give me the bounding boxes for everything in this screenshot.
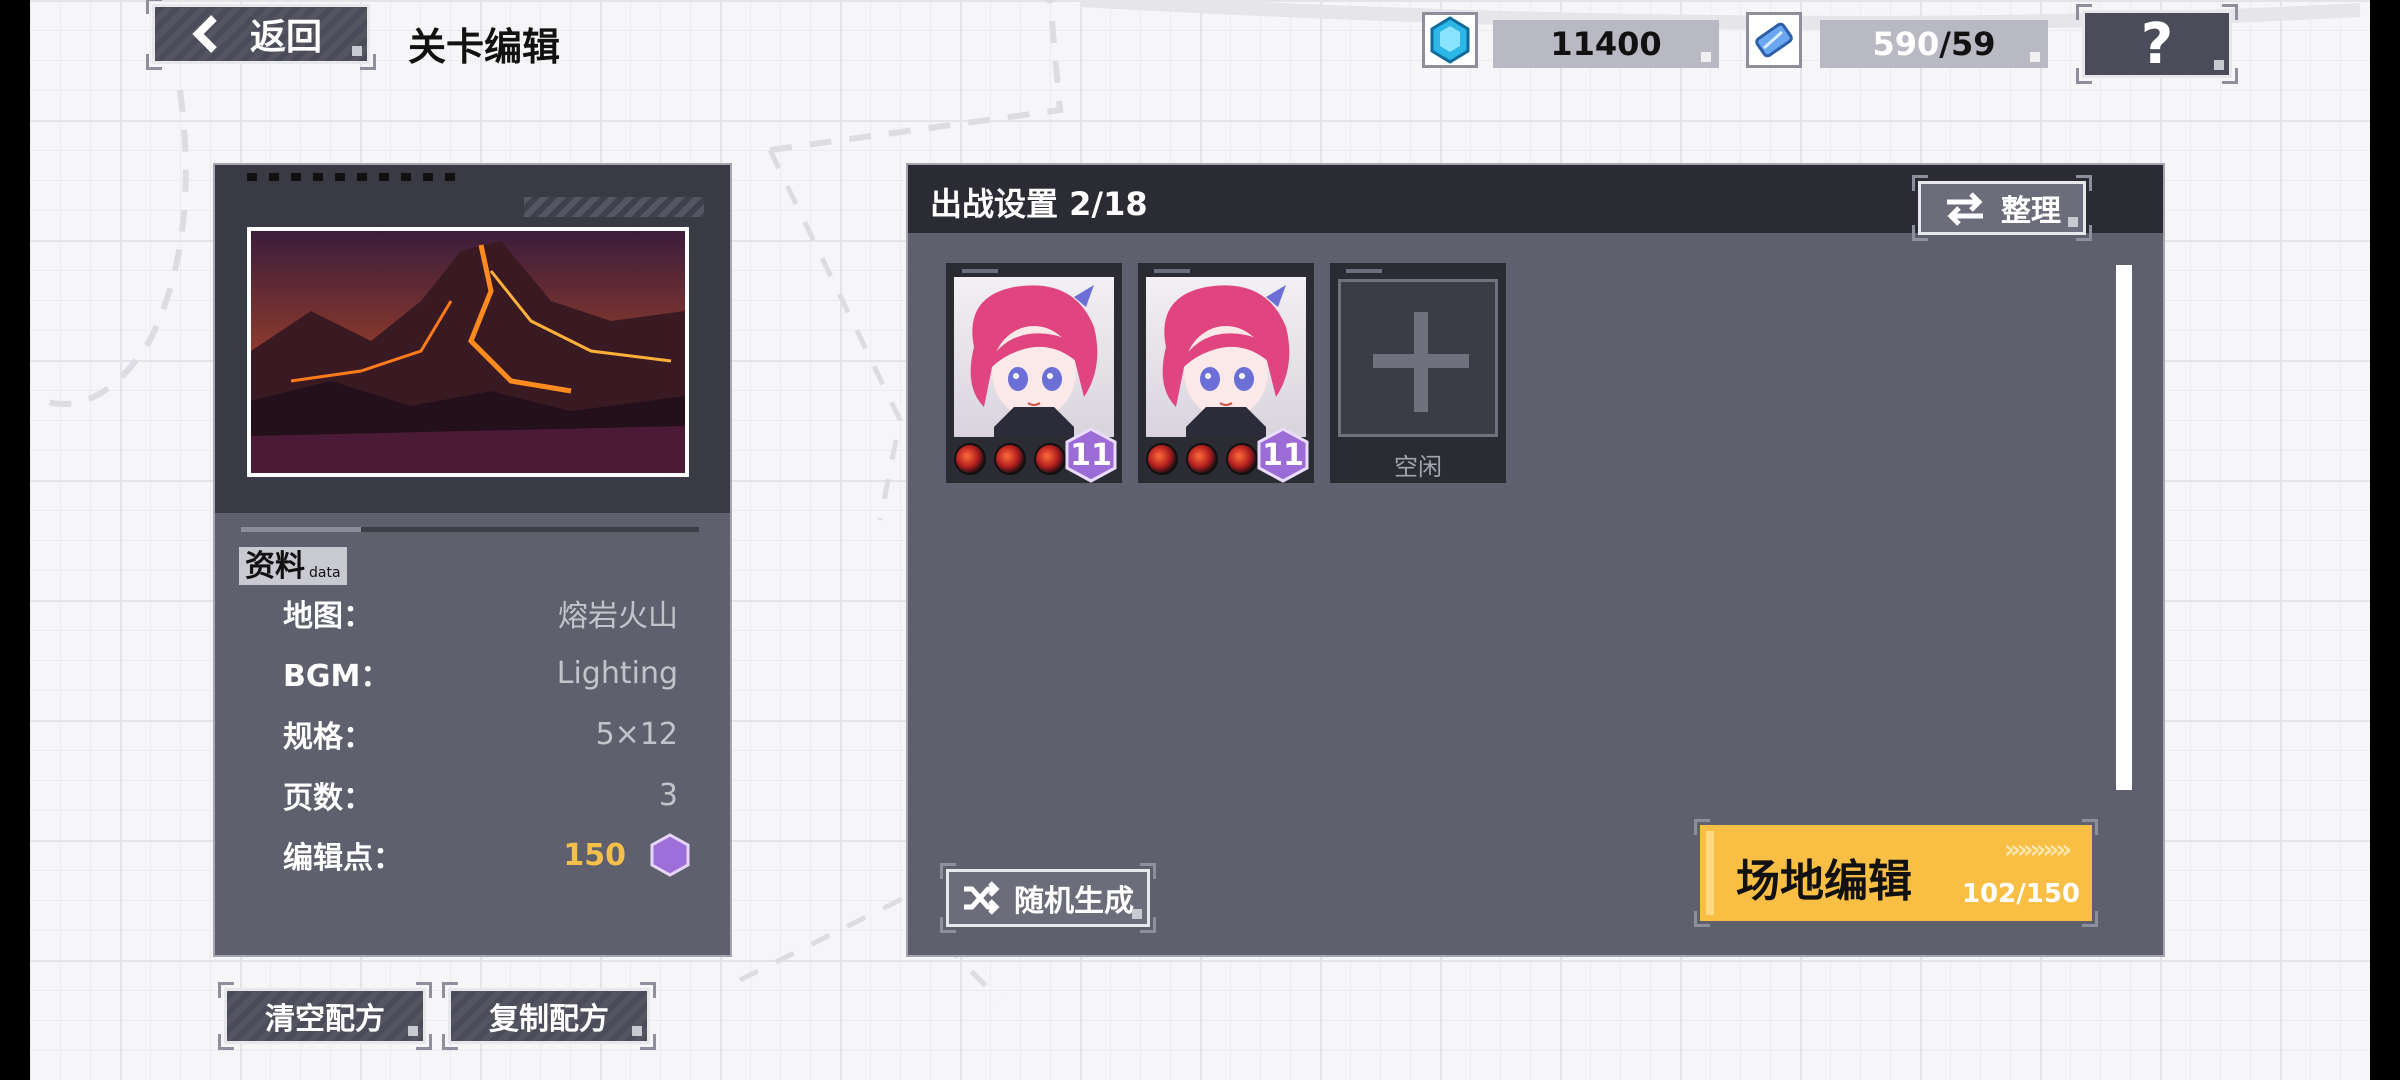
empty-slot-label: 空闲	[1394, 453, 1442, 481]
unit-card[interactable]: 11	[1138, 263, 1314, 483]
unit-skill-icons	[954, 443, 1066, 475]
info-value-size: 5×12	[595, 716, 678, 752]
copy-formation-button[interactable]: 复制配方	[442, 982, 656, 1050]
back-arrow-icon	[192, 15, 217, 53]
copy-formation-label: 复制配方	[489, 1002, 609, 1037]
info-row-bgm: BGM： Lighting	[283, 653, 678, 695]
info-value-map: 熔岩火山	[558, 599, 678, 634]
info-row-map: 地图： 熔岩火山	[283, 593, 678, 634]
ticket-icon	[1755, 22, 1793, 58]
data-tag-sub: data	[309, 565, 341, 581]
skill-icon	[1226, 443, 1258, 475]
ticket-max: /59	[1939, 25, 1996, 63]
panel-dots	[247, 173, 455, 181]
add-unit-box	[1338, 279, 1498, 437]
data-tag: 资料 data	[239, 547, 347, 585]
chevrons-icon: »»»»»	[2004, 835, 2072, 865]
sort-button[interactable]: 整理	[1912, 175, 2092, 241]
skill-icon	[954, 443, 986, 475]
info-row-pages: 页数： 3	[283, 775, 678, 817]
battle-settings-title: 出战设置 2/18	[930, 185, 1148, 223]
clear-formation-label: 清空配方	[265, 1002, 385, 1037]
ticket-current: 590	[1872, 25, 1940, 63]
pink-haired-girl-portrait	[1162, 285, 1290, 437]
gem-counter: 11400	[1493, 20, 1719, 68]
gem-icon-box	[1422, 12, 1478, 68]
clear-formation-button[interactable]: 清空配方	[218, 982, 432, 1050]
map-preview-area	[215, 165, 730, 513]
back-label: 返回	[250, 17, 323, 58]
unit-skill-icons	[1146, 443, 1258, 475]
info-value-pages: 3	[658, 777, 678, 813]
info-label-edit-points: 编辑点：	[283, 841, 403, 876]
field-edit-count: 102/150	[1961, 879, 2080, 909]
random-generate-button[interactable]: 随机生成	[940, 863, 1156, 933]
skill-icon	[1034, 443, 1066, 475]
info-label-map: 地图：	[283, 599, 373, 634]
ticket-icon-box	[1746, 12, 1802, 68]
info-row-size: 规格： 5×12	[283, 714, 678, 756]
swap-arrows-icon	[1947, 192, 1983, 226]
map-preview-image[interactable]	[247, 227, 689, 477]
skill-icon	[1146, 443, 1178, 475]
info-value-edit-points: 150	[563, 837, 626, 873]
unit-portrait	[1146, 277, 1306, 437]
empty-unit-slot[interactable]: 空闲	[1330, 263, 1506, 483]
volcano-illustration	[251, 231, 685, 473]
skill-icon	[994, 443, 1026, 475]
gem-icon	[1430, 16, 1470, 64]
unit-portrait	[954, 277, 1114, 437]
back-button[interactable]: 返回	[146, 0, 376, 70]
unit-level-badge: 11	[1256, 427, 1310, 483]
info-label-pages: 页数：	[283, 781, 373, 816]
unit-card[interactable]: 11	[946, 263, 1122, 483]
unit-level-badge: 11	[1064, 427, 1118, 483]
info-label-bgm: BGM：	[283, 659, 391, 694]
info-value-bgm: Lighting	[556, 655, 678, 691]
help-button[interactable]: ?	[2076, 4, 2238, 84]
ticket-counter: 590/59	[1820, 20, 2048, 68]
gem-count: 11400	[1550, 25, 1662, 63]
random-generate-label: 随机生成	[1014, 884, 1134, 919]
screen-edge-left	[0, 0, 30, 1080]
data-tag-label: 资料	[245, 549, 305, 584]
edit-point-hex-icon	[650, 833, 690, 877]
page-title: 关卡编辑	[408, 25, 561, 69]
info-row-edit-points: 编辑点： 150	[283, 835, 678, 877]
sort-label: 整理	[2001, 194, 2061, 229]
skill-icon	[1186, 443, 1218, 475]
shuffle-icon	[964, 881, 1000, 915]
field-edit-label: 场地编辑	[1736, 856, 1912, 907]
stage-info-panel: 资料 data 地图： 熔岩火山 BGM： Lighting 规格： 5×12 …	[215, 165, 730, 955]
info-label-size: 规格：	[283, 720, 373, 755]
unit-level: 11	[1070, 437, 1112, 473]
panel-divider	[241, 527, 699, 532]
field-edit-button[interactable]: »»»»» 场地编辑 102/150	[1694, 819, 2098, 927]
pink-haired-girl-portrait	[970, 285, 1098, 437]
unit-list-scrollbar[interactable]	[2116, 265, 2132, 790]
help-icon: ?	[2140, 11, 2174, 77]
battle-settings-panel: 出战设置 2/18 整理 11 11 空闲 随机生成 »»»»» 场地编辑 10…	[908, 165, 2163, 955]
screen-edge-right	[2370, 0, 2400, 1080]
unit-level: 11	[1262, 437, 1304, 473]
panel-stripes	[524, 197, 704, 217]
